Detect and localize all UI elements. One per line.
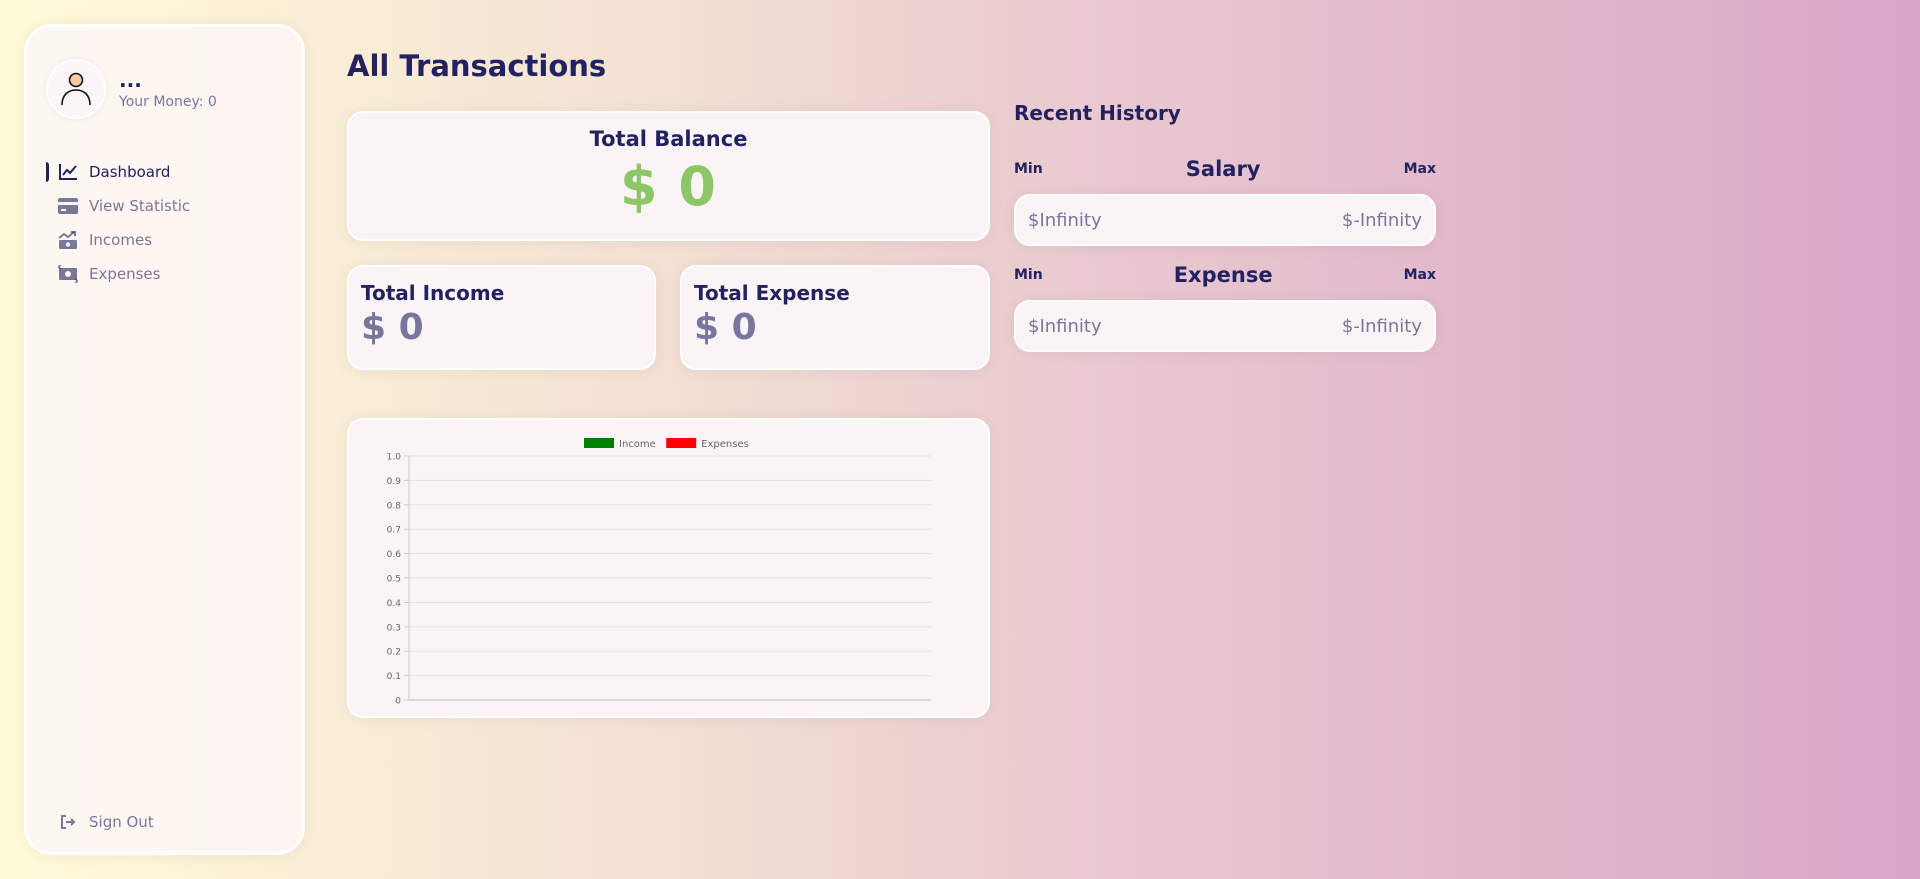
y-tick-label: 0 bbox=[395, 697, 401, 707]
legend-label: Income bbox=[619, 439, 656, 450]
menu-item-label: Expenses bbox=[89, 265, 161, 283]
user-name: ... bbox=[119, 67, 142, 92]
legend-label: Expenses bbox=[701, 439, 749, 450]
expense-range-header: Min Expense Max bbox=[1014, 263, 1436, 287]
credit-card-icon bbox=[58, 196, 78, 216]
y-tick-label: 0.8 bbox=[387, 501, 402, 511]
legend-swatch bbox=[666, 438, 697, 448]
chart-card: Income Expenses 0 0.1 0.2 0.3 0.4 0.5 0.6 0.7 0.8… bbox=[347, 418, 990, 718]
y-tick-label: 0.3 bbox=[387, 623, 401, 633]
menu-item-expenses[interactable]: Expenses bbox=[27, 257, 302, 291]
salary-max-value: $-Infinity bbox=[1341, 209, 1422, 231]
expense-min-label: Min bbox=[1014, 267, 1043, 283]
sign-out-button[interactable]: Sign Out bbox=[58, 812, 154, 832]
page-title: All Transactions bbox=[347, 49, 607, 83]
legend-item-expenses[interactable]: Expenses bbox=[666, 438, 749, 450]
sign-out-icon bbox=[58, 812, 78, 832]
user-profile: ... Your Money: 0 bbox=[46, 59, 217, 119]
y-tick-label: 0.7 bbox=[387, 526, 401, 536]
menu-item-incomes[interactable]: Incomes bbox=[27, 223, 302, 257]
menu-item-view-statistic[interactable]: View Statistic bbox=[27, 189, 302, 223]
salary-min-value: $Infinity bbox=[1028, 209, 1102, 231]
menu-item-label: Incomes bbox=[89, 231, 153, 249]
total-balance-label: Total Balance bbox=[589, 127, 748, 151]
user-avatar-icon bbox=[61, 72, 91, 106]
avatar bbox=[46, 59, 106, 119]
total-expense-label: Total Expense bbox=[694, 281, 850, 305]
y-tick-label: 0.5 bbox=[387, 575, 401, 585]
total-expense-value: $ 0 bbox=[694, 307, 757, 348]
salary-title: Salary bbox=[1185, 157, 1261, 181]
salary-min-label: Min bbox=[1014, 161, 1043, 177]
menu-item-dashboard[interactable]: Dashboard bbox=[27, 155, 302, 189]
legend-item-income[interactable]: Income bbox=[584, 438, 656, 450]
chart-line-icon bbox=[58, 162, 78, 182]
salary-range-header: Min Salary Max bbox=[1014, 157, 1436, 181]
y-tick-label: 0.1 bbox=[387, 672, 401, 682]
y-tick-label: 0.9 bbox=[387, 477, 402, 487]
money-bill-transfer-icon bbox=[58, 264, 78, 284]
menu-item-label: View Statistic bbox=[89, 197, 191, 215]
recent-history-title: Recent History bbox=[1014, 101, 1181, 125]
expense-min-value: $Infinity bbox=[1028, 315, 1102, 337]
expense-range-box: $Infinity $-Infinity bbox=[1014, 300, 1436, 352]
legend-swatch bbox=[584, 438, 614, 448]
expense-max-label: Max bbox=[1403, 267, 1436, 283]
sidebar: ... Your Money: 0 Dashboard View Statist… bbox=[24, 24, 305, 855]
total-income-value: $ 0 bbox=[361, 307, 424, 348]
sign-out-label: Sign Out bbox=[89, 813, 154, 831]
total-balance-value: $ 0 bbox=[620, 155, 717, 218]
expense-title: Expense bbox=[1173, 263, 1273, 287]
total-income-label: Total Income bbox=[361, 281, 505, 305]
y-tick-label: 1.0 bbox=[387, 453, 402, 463]
y-tick-label: 0.6 bbox=[387, 550, 402, 560]
total-expense-card: Total Expense $ 0 bbox=[680, 265, 990, 370]
expense-max-value: $-Infinity bbox=[1341, 315, 1422, 337]
y-tick-label: 0.4 bbox=[387, 599, 402, 609]
total-income-card: Total Income $ 0 bbox=[347, 265, 656, 370]
total-balance-card: Total Balance $ 0 bbox=[347, 111, 990, 241]
money-bill-trend-up-icon bbox=[58, 230, 78, 250]
user-money: Your Money: 0 bbox=[119, 93, 217, 110]
nav-menu: Dashboard View Statistic Incomes Expense… bbox=[27, 155, 302, 291]
salary-range-box: $Infinity $-Infinity bbox=[1014, 194, 1436, 246]
menu-item-label: Dashboard bbox=[89, 163, 171, 181]
y-tick-label: 0.2 bbox=[387, 648, 401, 658]
transactions-chart: Income Expenses 0 0.1 0.2 0.3 0.4 0.5 0.6 0.7 0.8… bbox=[387, 438, 931, 707]
salary-max-label: Max bbox=[1403, 161, 1436, 177]
